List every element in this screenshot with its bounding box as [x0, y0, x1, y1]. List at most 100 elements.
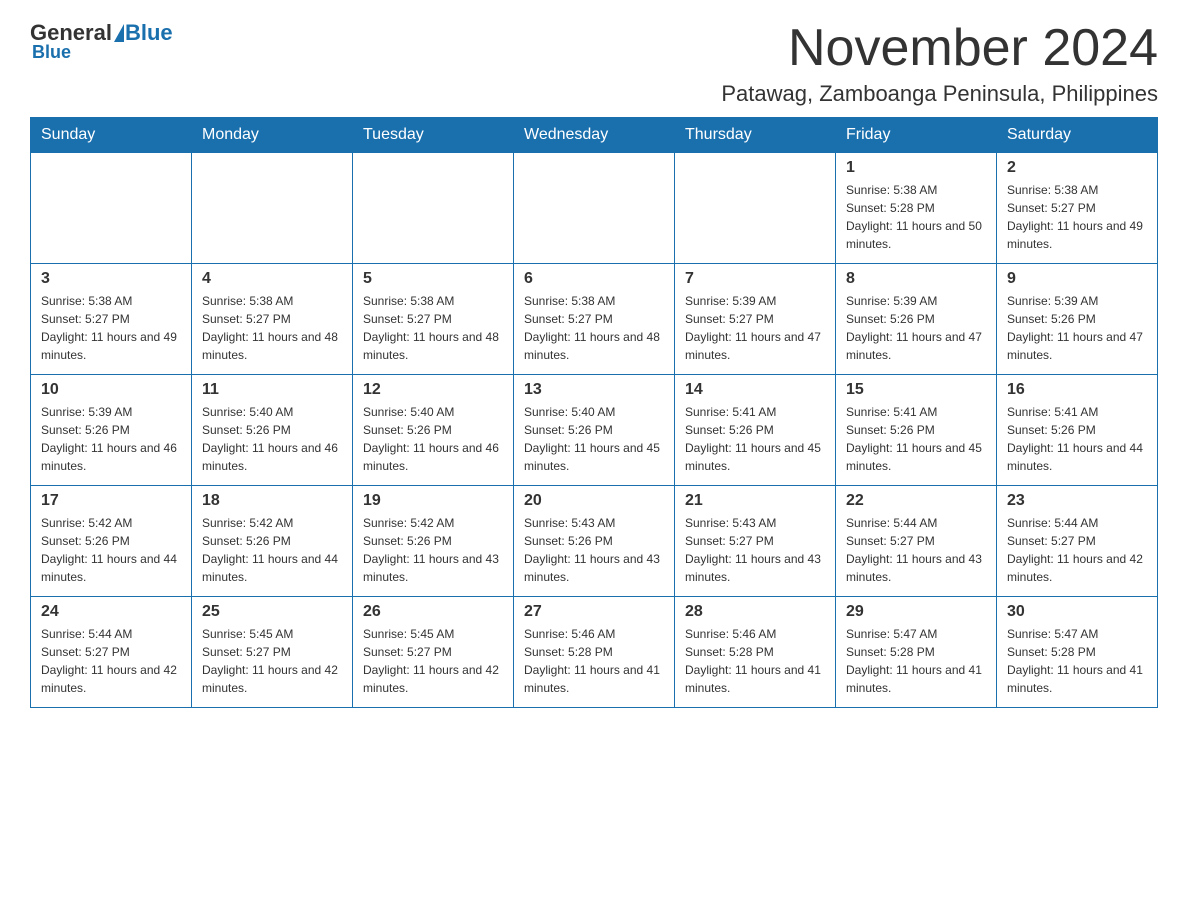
calendar-cell: 6 Sunrise: 5:38 AM Sunset: 5:27 PM Daylig…	[514, 264, 675, 375]
day-info: Sunrise: 5:45 AM Sunset: 5:27 PM Dayligh…	[202, 625, 342, 697]
calendar-cell: 7 Sunrise: 5:39 AM Sunset: 5:27 PM Daylig…	[675, 264, 836, 375]
day-info: Sunrise: 5:38 AM Sunset: 5:28 PM Dayligh…	[846, 181, 986, 253]
week-row-2: 3 Sunrise: 5:38 AM Sunset: 5:27 PM Daylig…	[31, 264, 1158, 375]
week-row-5: 24Sunrise: 5:44 AM Sunset: 5:27 PM Dayli…	[31, 597, 1158, 708]
calendar-cell: 8 Sunrise: 5:39 AM Sunset: 5:26 PM Daylig…	[836, 264, 997, 375]
day-info: Sunrise: 5:38 AM Sunset: 5:27 PM Dayligh…	[363, 292, 503, 364]
day-info: Sunrise: 5:41 AM Sunset: 5:26 PM Dayligh…	[1007, 403, 1147, 475]
day-info: Sunrise: 5:38 AM Sunset: 5:27 PM Dayligh…	[1007, 181, 1147, 253]
weekday-header-saturday: Saturday	[997, 118, 1158, 153]
page-header: General Blue Blue November 2024 Patawag,…	[30, 20, 1158, 107]
day-info: Sunrise: 5:46 AM Sunset: 5:28 PM Dayligh…	[685, 625, 825, 697]
weekday-header-monday: Monday	[192, 118, 353, 153]
weekday-header-thursday: Thursday	[675, 118, 836, 153]
day-info: Sunrise: 5:44 AM Sunset: 5:27 PM Dayligh…	[1007, 514, 1147, 586]
day-number: 9	[1007, 270, 1147, 288]
weekday-header-tuesday: Tuesday	[353, 118, 514, 153]
day-info: Sunrise: 5:39 AM Sunset: 5:26 PM Dayligh…	[846, 292, 986, 364]
day-number: 6	[524, 270, 664, 288]
day-info: Sunrise: 5:46 AM Sunset: 5:28 PM Dayligh…	[524, 625, 664, 697]
day-number: 10	[41, 381, 181, 399]
day-info: Sunrise: 5:43 AM Sunset: 5:27 PM Dayligh…	[685, 514, 825, 586]
calendar-cell: 11 Sunrise: 5:40 AM Sunset: 5:26 PM Dayli…	[192, 375, 353, 486]
day-info: Sunrise: 5:47 AM Sunset: 5:28 PM Dayligh…	[846, 625, 986, 697]
calendar-cell: 18 Sunrise: 5:42 AM Sunset: 5:26 PM Dayli…	[192, 486, 353, 597]
calendar-cell: 17 Sunrise: 5:42 AM Sunset: 5:26 PM Dayli…	[31, 486, 192, 597]
calendar-cell: 1 Sunrise: 5:38 AM Sunset: 5:28 PM Daylig…	[836, 153, 997, 264]
calendar-cell: 25 Sunrise: 5:45 AM Sunset: 5:27 PM Dayli…	[192, 597, 353, 708]
location-subtitle: Patawag, Zamboanga Peninsula, Philippine…	[721, 81, 1158, 107]
day-info: Sunrise: 5:39 AM Sunset: 5:26 PM Dayligh…	[1007, 292, 1147, 364]
day-number: 14	[685, 381, 825, 399]
calendar-cell: 21 Sunrise: 5:43 AM Sunset: 5:27 PM Dayli…	[675, 486, 836, 597]
day-number: 29	[846, 603, 986, 621]
calendar-cell: 5Sunrise: 5:38 AM Sunset: 5:27 PM Daylig…	[353, 264, 514, 375]
logo-triangle-icon	[114, 24, 124, 42]
calendar-cell	[353, 153, 514, 264]
day-number: 28	[685, 603, 825, 621]
calendar-cell: 2 Sunrise: 5:38 AM Sunset: 5:27 PM Daylig…	[997, 153, 1158, 264]
calendar-cell: 27Sunrise: 5:46 AM Sunset: 5:28 PM Dayli…	[514, 597, 675, 708]
day-info: Sunrise: 5:47 AM Sunset: 5:28 PM Dayligh…	[1007, 625, 1147, 697]
day-number: 3	[41, 270, 181, 288]
day-info: Sunrise: 5:39 AM Sunset: 5:27 PM Dayligh…	[685, 292, 825, 364]
calendar-cell: 20 Sunrise: 5:43 AM Sunset: 5:26 PM Dayli…	[514, 486, 675, 597]
day-info: Sunrise: 5:41 AM Sunset: 5:26 PM Dayligh…	[685, 403, 825, 475]
logo-blue-text: Blue	[125, 20, 173, 46]
day-number: 8	[846, 270, 986, 288]
day-info: Sunrise: 5:43 AM Sunset: 5:26 PM Dayligh…	[524, 514, 664, 586]
day-info: Sunrise: 5:45 AM Sunset: 5:27 PM Dayligh…	[363, 625, 503, 697]
day-info: Sunrise: 5:42 AM Sunset: 5:26 PM Dayligh…	[202, 514, 342, 586]
calendar-cell: 29 Sunrise: 5:47 AM Sunset: 5:28 PM Dayli…	[836, 597, 997, 708]
calendar-cell: 14 Sunrise: 5:41 AM Sunset: 5:26 PM Dayli…	[675, 375, 836, 486]
calendar-cell: 22Sunrise: 5:44 AM Sunset: 5:27 PM Dayli…	[836, 486, 997, 597]
day-info: Sunrise: 5:39 AM Sunset: 5:26 PM Dayligh…	[41, 403, 181, 475]
calendar-cell	[514, 153, 675, 264]
day-number: 21	[685, 492, 825, 510]
logo-underline: Blue	[32, 42, 71, 63]
weekday-header-wednesday: Wednesday	[514, 118, 675, 153]
calendar-cell: 28 Sunrise: 5:46 AM Sunset: 5:28 PM Dayli…	[675, 597, 836, 708]
logo: General Blue Blue	[30, 20, 173, 63]
month-title: November 2024	[721, 20, 1158, 77]
day-info: Sunrise: 5:44 AM Sunset: 5:27 PM Dayligh…	[41, 625, 181, 697]
day-info: Sunrise: 5:41 AM Sunset: 5:26 PM Dayligh…	[846, 403, 986, 475]
day-number: 1	[846, 159, 986, 177]
day-info: Sunrise: 5:40 AM Sunset: 5:26 PM Dayligh…	[524, 403, 664, 475]
calendar-header-row: SundayMondayTuesdayWednesdayThursdayFrid…	[31, 118, 1158, 153]
day-number: 18	[202, 492, 342, 510]
week-row-4: 17 Sunrise: 5:42 AM Sunset: 5:26 PM Dayli…	[31, 486, 1158, 597]
calendar-cell: 9 Sunrise: 5:39 AM Sunset: 5:26 PM Daylig…	[997, 264, 1158, 375]
calendar-cell: 13Sunrise: 5:40 AM Sunset: 5:26 PM Dayli…	[514, 375, 675, 486]
day-number: 7	[685, 270, 825, 288]
day-number: 17	[41, 492, 181, 510]
day-number: 15	[846, 381, 986, 399]
calendar-cell	[192, 153, 353, 264]
day-number: 22	[846, 492, 986, 510]
calendar-cell: 3 Sunrise: 5:38 AM Sunset: 5:27 PM Daylig…	[31, 264, 192, 375]
calendar-cell: 12Sunrise: 5:40 AM Sunset: 5:26 PM Dayli…	[353, 375, 514, 486]
day-info: Sunrise: 5:38 AM Sunset: 5:27 PM Dayligh…	[41, 292, 181, 364]
day-number: 11	[202, 381, 342, 399]
calendar-cell: 23 Sunrise: 5:44 AM Sunset: 5:27 PM Dayli…	[997, 486, 1158, 597]
calendar-cell: 24Sunrise: 5:44 AM Sunset: 5:27 PM Dayli…	[31, 597, 192, 708]
calendar-cell: 10 Sunrise: 5:39 AM Sunset: 5:26 PM Dayli…	[31, 375, 192, 486]
day-number: 23	[1007, 492, 1147, 510]
day-number: 16	[1007, 381, 1147, 399]
calendar-cell: 30Sunrise: 5:47 AM Sunset: 5:28 PM Dayli…	[997, 597, 1158, 708]
day-info: Sunrise: 5:40 AM Sunset: 5:26 PM Dayligh…	[202, 403, 342, 475]
calendar-cell	[675, 153, 836, 264]
calendar-cell	[31, 153, 192, 264]
day-number: 25	[202, 603, 342, 621]
day-number: 19	[363, 492, 503, 510]
calendar-cell: 4 Sunrise: 5:38 AM Sunset: 5:27 PM Daylig…	[192, 264, 353, 375]
day-info: Sunrise: 5:38 AM Sunset: 5:27 PM Dayligh…	[202, 292, 342, 364]
day-info: Sunrise: 5:40 AM Sunset: 5:26 PM Dayligh…	[363, 403, 503, 475]
day-info: Sunrise: 5:38 AM Sunset: 5:27 PM Dayligh…	[524, 292, 664, 364]
day-info: Sunrise: 5:42 AM Sunset: 5:26 PM Dayligh…	[41, 514, 181, 586]
day-number: 4	[202, 270, 342, 288]
calendar-cell: 26Sunrise: 5:45 AM Sunset: 5:27 PM Dayli…	[353, 597, 514, 708]
day-number: 20	[524, 492, 664, 510]
day-number: 2	[1007, 159, 1147, 177]
weekday-header-sunday: Sunday	[31, 118, 192, 153]
